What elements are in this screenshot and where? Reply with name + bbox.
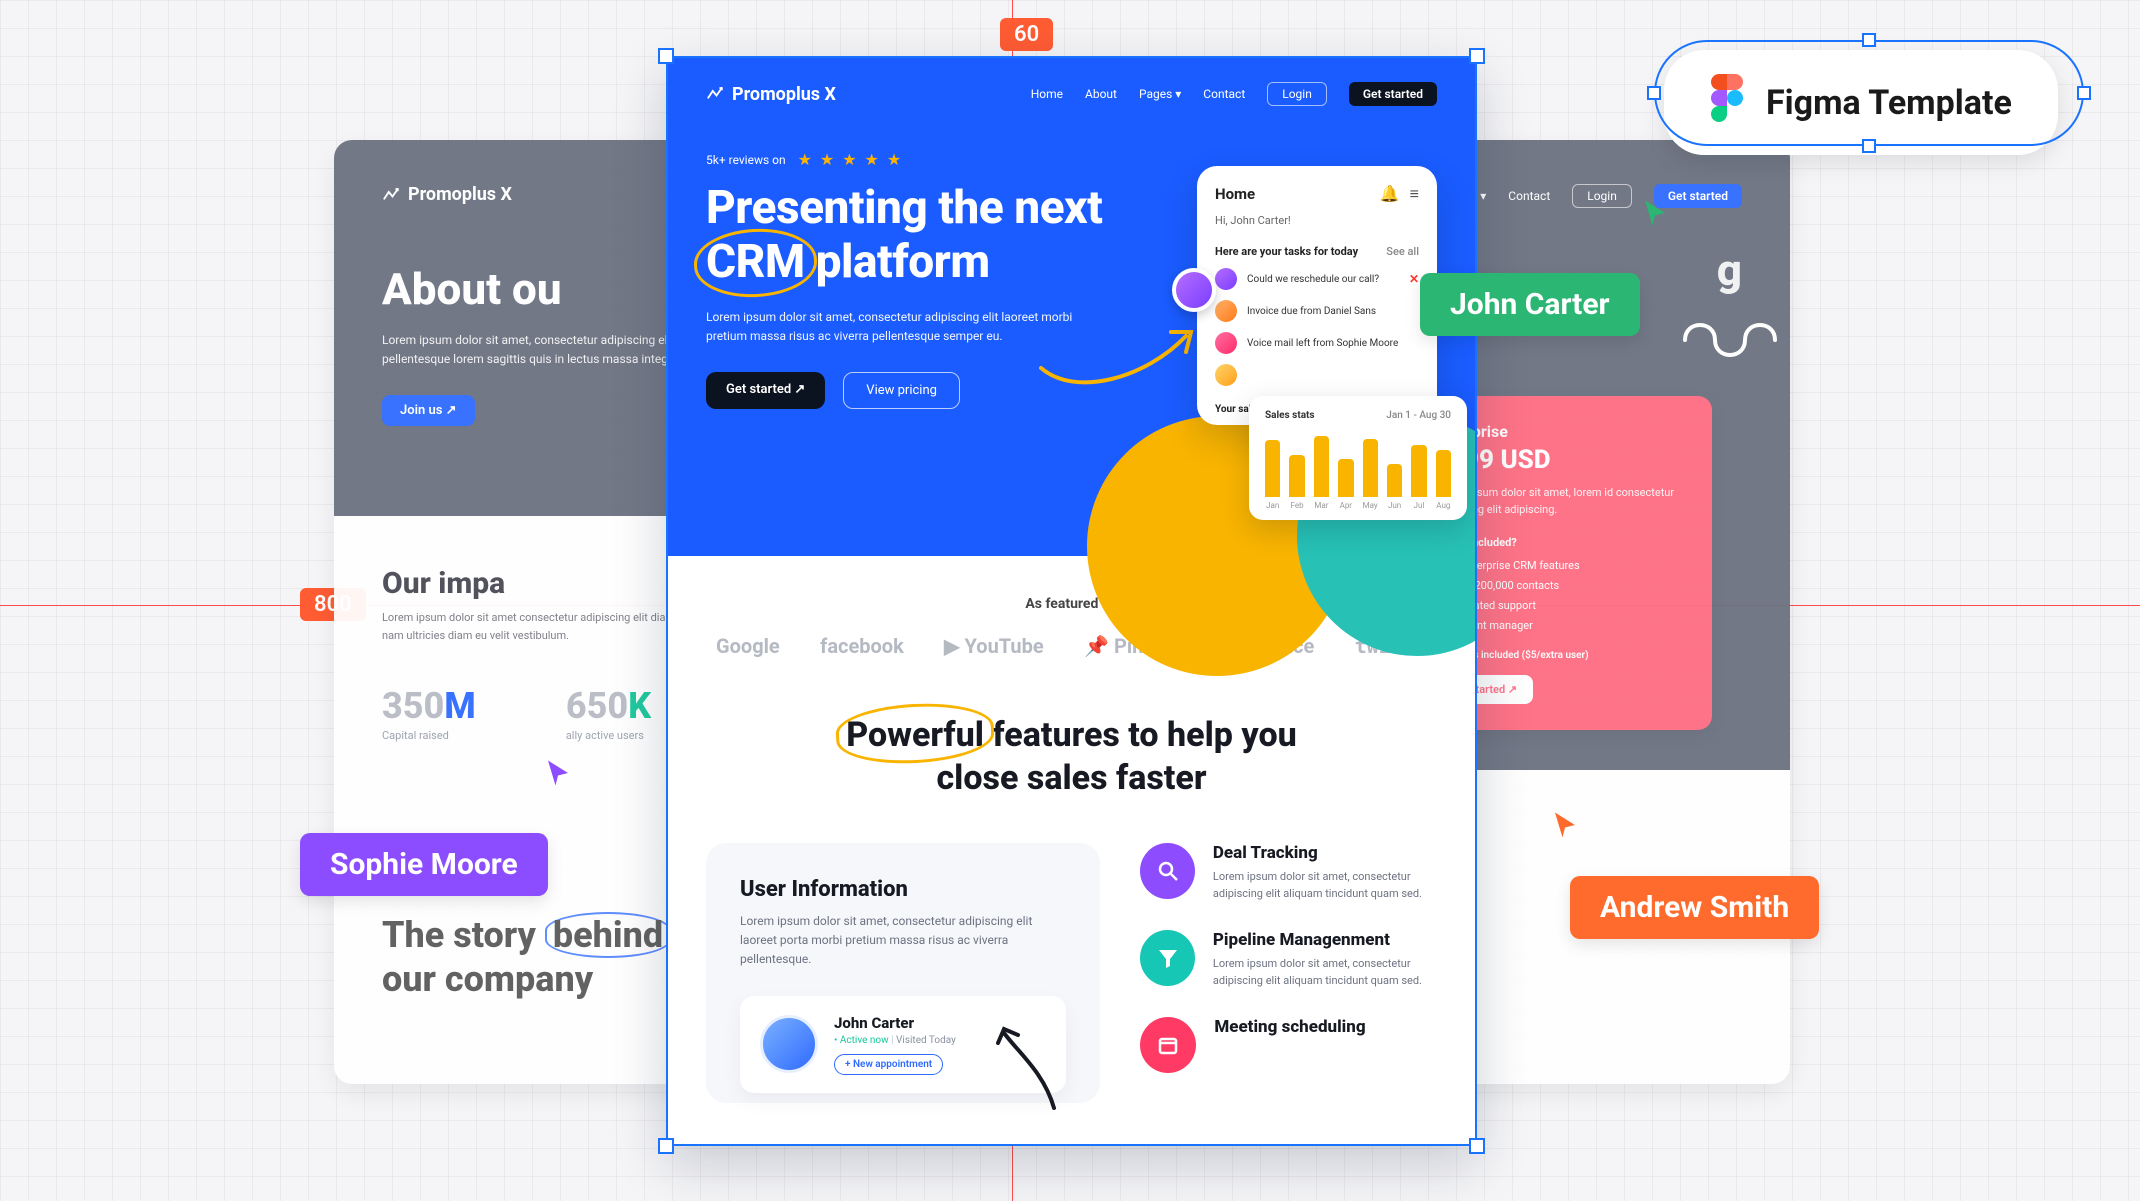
logo-google: Google [716,634,780,658]
resize-handle-tl[interactable] [658,48,674,64]
user-info-desc: Lorem ipsum dolor sit amet, consectetur … [740,912,1066,970]
stats-title: Sales stats [1265,410,1315,421]
decor-scribble [728,1143,778,1146]
brand-logo: Promoplus X [382,184,512,205]
star-icon: ★ ★ ★ ★ ★ [798,150,904,169]
logo-youtube: YouTube [944,634,1044,658]
bar-chart-xaxis: JanFebMarAprMayJunJulAug [1265,501,1451,510]
see-all-link[interactable]: See all [1386,245,1419,258]
user-name: John Carter [834,1014,956,1032]
user-info-card: User Information Lorem ipsum dolor sit a… [706,843,1100,1103]
features-heading: Powerful features to help you close sale… [812,714,1332,799]
avatar [1215,268,1237,290]
avatar [1215,364,1237,386]
collaborator-cursor-sophie [543,758,573,788]
hero-desc: Lorem ipsum dolor sit amet, consectetur … [706,308,1106,346]
brand-name: Promoplus X [732,84,836,105]
phone-home-label: Home [1215,185,1255,203]
resize-handle-b[interactable] [1862,139,1876,153]
calendar-icon [1140,1017,1196,1073]
hero-heading: Presenting the next CRM platform [706,181,1186,290]
figma-icon [1710,74,1744,131]
search-icon [1140,843,1195,899]
nav-contact[interactable]: Contact [1203,87,1245,101]
resize-handle-t[interactable] [1862,33,1876,47]
decor-squiggle [1680,300,1790,380]
resize-handle-l[interactable] [1647,86,1661,100]
collaborator-cursor-john [1640,198,1670,228]
feature-deal-tracking: Deal Tracking Lorem ipsum dolor sit amet… [1140,843,1437,902]
close-icon[interactable]: ✕ [1409,272,1419,286]
avatar [760,1015,818,1073]
get-started-button[interactable]: Get started ↗ [706,372,825,409]
nav-pages[interactable]: Pages ▾ [1139,87,1181,101]
stat-active-users: 650K ally active users [566,685,651,742]
decor-arrow [994,1023,1074,1113]
task-row[interactable]: Invoice due from Daniel Sans [1215,300,1419,322]
login-button[interactable]: Login [1267,82,1327,106]
menu-icon[interactable]: ≡ [1410,184,1419,204]
new-appointment-button[interactable]: + New appointment [834,1054,943,1075]
nav-contact[interactable]: Contact [1508,189,1550,203]
phone-greeting: Hi, John Carter! [1215,214,1419,227]
brand-logo: Promoplus X [706,84,836,105]
funnel-icon [1140,930,1195,986]
feature-meeting: Meeting scheduling [1140,1017,1437,1073]
task-row[interactable] [1215,364,1419,386]
frame-home-page[interactable]: Promoplus X Home About Pages ▾ Contact L… [666,56,1477,1146]
avatar [1215,300,1237,322]
collaborator-badge-andrew: Andrew Smith [1570,876,1819,939]
get-started-button[interactable]: Get started [1349,82,1437,106]
figma-pill-label: Figma Template [1766,83,2012,123]
tasks-heading: Here are your tasks for today [1215,245,1358,258]
figma-template-pill[interactable]: Figma Template [1664,50,2058,155]
collaborator-cursor-andrew [1550,810,1580,840]
feature-pipeline: Pipeline Managenment Lorem ipsum dolor s… [1140,930,1437,989]
phone-mockup: Home 🔔 ≡ Hi, John Carter! Here are your … [1197,166,1437,425]
join-us-button[interactable]: Join us ↗ [382,395,475,426]
stats-range: Jan 1 - Aug 30 [1386,410,1451,421]
collaborator-badge-john: John Carter [1420,273,1640,336]
nav-about[interactable]: About [1085,87,1117,101]
resize-handle-bl[interactable] [658,1138,674,1154]
floating-avatar [1172,268,1216,312]
nav-home[interactable]: Home [1031,87,1063,101]
user-info-heading: User Information [740,877,1066,902]
logo-facebook: facebook [820,634,904,658]
bar-chart [1265,431,1451,497]
sales-stats-card: Sales stats Jan 1 - Aug 30 JanFebMarAprM… [1249,396,1467,520]
resize-handle-br[interactable] [1469,1138,1485,1154]
brand-name: Promoplus X [408,184,512,205]
avatar [1215,332,1237,354]
resize-handle-r[interactable] [2077,86,2091,100]
reviews-label: 5k+ reviews on [706,153,786,167]
bell-icon[interactable]: 🔔 [1380,184,1400,204]
task-row[interactable]: Could we reschedule our call? ✕ [1215,268,1419,290]
dimension-chip-top: 60 [1000,18,1053,51]
view-pricing-button[interactable]: View pricing [843,372,960,409]
resize-handle-tr[interactable] [1469,48,1485,64]
collaborator-badge-sophie: Sophie Moore [300,833,548,896]
login-button[interactable]: Login [1572,184,1632,208]
stat-capital-raised: 350M Capital raised [382,685,476,742]
task-row[interactable]: Voice mail left from Sophie Moore [1215,332,1419,354]
